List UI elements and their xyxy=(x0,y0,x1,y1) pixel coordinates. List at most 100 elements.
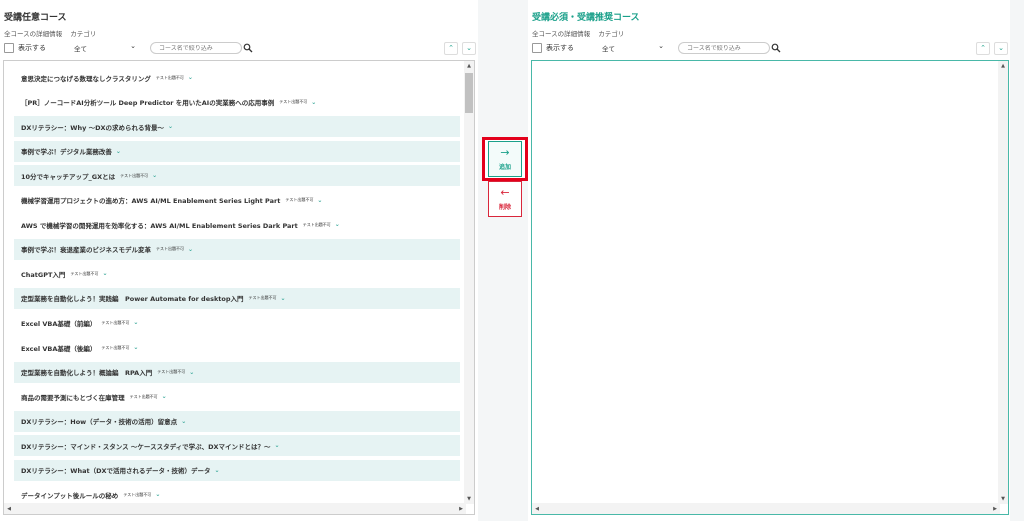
category-link[interactable]: カテゴリ xyxy=(598,28,624,38)
course-list-item[interactable]: ［PR］ノーコードAI分析ツール Deep Predictor を用いたAIの実… xyxy=(14,92,460,113)
expand-chevron-icon[interactable]: ⌄ xyxy=(133,344,138,351)
show-checkbox[interactable] xyxy=(4,43,14,53)
left-toolbar: 表示する 全て ⌄ ⌃ ⌄ xyxy=(4,41,476,55)
course-list-item[interactable]: AWS で機械学習の開発運用を効率化する：AWS AI/ML Enablemen… xyxy=(14,214,460,235)
course-list-item[interactable]: 事例で学ぶ！衰退産業のビジネスモデル変革 テスト出題不可 ⌄ xyxy=(14,238,460,260)
course-list-item[interactable]: 商品の需要予測にもとづく在庫管理 テスト出題不可 ⌄ xyxy=(14,386,460,407)
course-search-input[interactable] xyxy=(159,44,225,52)
scroll-left-icon[interactable]: ◀ xyxy=(4,503,14,514)
sort-down-button[interactable]: ⌄ xyxy=(462,41,476,55)
optional-courses-title: 受講任意コース xyxy=(4,13,67,23)
course-items: 意思決定につなげる数理なしクラスタリング テスト出題不可 ⌄ ［PR］ノーコードAI分… xyxy=(14,67,460,509)
category-link[interactable]: カテゴリ xyxy=(70,28,96,38)
left-sort-buttons: ⌃ ⌄ xyxy=(444,41,476,55)
course-title: 定型業務を自動化しよう！実践編 Power Automate for deskt… xyxy=(21,295,244,304)
course-list-item[interactable]: DXリテラシー：マインド・スタンス ～ケーススタディで学ぶ、DXマインドとは？～… xyxy=(14,435,460,457)
filter-select[interactable]: 全て ⌄ xyxy=(66,42,138,54)
expand-chevron-icon[interactable]: ⌄ xyxy=(102,270,107,277)
expand-chevron-icon[interactable]: ⌄ xyxy=(155,491,160,498)
course-list-item[interactable]: DXリテラシー：What（DXで活用されるデータ・技術）データ ⌄ xyxy=(14,459,460,481)
expand-chevron-icon[interactable]: ⌄ xyxy=(275,442,280,449)
expand-chevron-icon[interactable]: ⌄ xyxy=(188,246,193,253)
course-title: Excel VBA基礎（後編） xyxy=(21,344,97,353)
course-title: DXリテラシー：What（DXで活用されるデータ・技術）データ xyxy=(21,467,211,476)
course-list-item[interactable]: 定型業務を自動化しよう！概論編 RPA入門 テスト出題不可 ⌄ xyxy=(14,361,460,383)
course-list-item[interactable]: ChatGPT入門 テスト出題不可 ⌄ xyxy=(14,263,460,284)
scroll-up-icon[interactable]: ▲ xyxy=(464,61,474,71)
expand-chevron-icon[interactable]: ⌄ xyxy=(311,99,316,106)
horizontal-scrollbar[interactable]: ◀ ▶ xyxy=(4,503,466,514)
course-title: ［PR］ノーコードAI分析ツール Deep Predictor を用いたAIの実… xyxy=(21,99,275,108)
expand-chevron-icon[interactable]: ⌄ xyxy=(317,197,322,204)
course-title: ChatGPT入門 xyxy=(21,270,66,279)
expand-chevron-icon[interactable]: ⌄ xyxy=(162,393,167,400)
course-title: 事例で学ぶ！衰退産業のビジネスモデル変革 xyxy=(21,246,151,255)
add-button[interactable]: → 追加 xyxy=(488,141,522,177)
arrow-left-icon: ← xyxy=(500,186,510,199)
required-courses-title: 受講必須・受講推奨コース xyxy=(532,13,640,23)
optional-courses-panel: 受講任意コース 全コースの詳細情報 カテゴリ 表示する 全て ⌄ ⌃ ⌄ 意思決… xyxy=(0,0,478,521)
course-search-input[interactable] xyxy=(687,44,753,52)
expand-chevron-icon[interactable]: ⌄ xyxy=(214,467,219,474)
show-label: 表示する xyxy=(546,44,574,52)
required-course-list[interactable]: ▲ ▼ ◀ ▶ xyxy=(531,60,1009,515)
vertical-scrollbar[interactable]: ▲ ▼ xyxy=(464,61,474,504)
optional-course-list[interactable]: 意思決定につなげる数理なしクラスタリング テスト出題不可 ⌄ ［PR］ノーコードAI分… xyxy=(3,60,475,515)
expand-chevron-icon[interactable]: ⌄ xyxy=(335,221,340,228)
scrollbar-thumb[interactable] xyxy=(465,73,473,113)
course-list-item[interactable]: 事例で学ぶ！デジタル業務改善 ⌄ xyxy=(14,140,460,162)
no-test-badge: テスト出題不可 xyxy=(70,270,99,276)
course-list-item[interactable]: 意思決定につなげる数理なしクラスタリング テスト出題不可 ⌄ xyxy=(14,67,460,88)
horizontal-scrollbar[interactable]: ◀ ▶ xyxy=(532,503,1000,514)
search-icon[interactable] xyxy=(243,43,253,53)
all-course-details-link[interactable]: 全コースの詳細情報 xyxy=(532,28,590,38)
scroll-up-icon[interactable]: ▲ xyxy=(998,61,1008,71)
expand-chevron-icon[interactable]: ⌄ xyxy=(188,74,193,81)
expand-chevron-icon[interactable]: ⌄ xyxy=(168,123,173,130)
course-list-item[interactable]: DXリテラシー：How（データ・技術の活用）留意点 ⌄ xyxy=(14,410,460,432)
course-title: DXリテラシー：マインド・スタンス ～ケーススタディで学ぶ、DXマインドとは？～ xyxy=(21,442,271,451)
show-checkbox[interactable] xyxy=(532,43,542,53)
course-title: 定型業務を自動化しよう！概論編 RPA入門 xyxy=(21,369,153,378)
no-test-badge: テスト出題不可 xyxy=(120,172,149,178)
expand-chevron-icon[interactable]: ⌄ xyxy=(133,319,138,326)
expand-chevron-icon[interactable]: ⌄ xyxy=(116,148,121,155)
course-list-item[interactable]: Excel VBA基礎（前編） テスト出題不可 ⌄ xyxy=(14,312,460,333)
course-list-item[interactable]: 10分でキャッチアップ_GXとは テスト出題不可 ⌄ xyxy=(14,165,460,187)
no-test-badge: テスト出題不可 xyxy=(101,319,130,325)
filter-select[interactable]: 全て ⌄ xyxy=(594,42,666,54)
course-list-item[interactable]: DXリテラシー：Why ～DXの求められる背景～ ⌄ xyxy=(14,116,460,138)
expand-chevron-icon[interactable]: ⌄ xyxy=(152,172,157,179)
sort-up-button[interactable]: ⌃ xyxy=(976,41,990,55)
scroll-right-icon[interactable]: ▶ xyxy=(456,503,466,514)
right-toolbar: 表示する 全て ⌄ ⌃ ⌄ xyxy=(532,41,1008,55)
expand-chevron-icon[interactable]: ⌄ xyxy=(181,418,186,425)
left-sublinks: 全コースの詳細情報 カテゴリ xyxy=(4,28,96,38)
remove-button[interactable]: ← 削除 xyxy=(488,181,522,217)
course-title: AWS で機械学習の開発運用を効率化する：AWS AI/ML Enablemen… xyxy=(21,221,298,230)
course-list-item[interactable]: 定型業務を自動化しよう！実践編 Power Automate for deskt… xyxy=(14,287,460,309)
expand-chevron-icon[interactable]: ⌄ xyxy=(189,369,194,376)
scroll-left-icon[interactable]: ◀ xyxy=(532,503,542,514)
chevron-down-icon: ⌄ xyxy=(130,42,136,50)
course-list-item[interactable]: Excel VBA基礎（後編） テスト出題不可 ⌄ xyxy=(14,337,460,358)
expand-chevron-icon[interactable]: ⌄ xyxy=(281,295,286,302)
remove-button-label: 削除 xyxy=(498,204,511,211)
no-test-badge: テスト出題不可 xyxy=(302,221,331,227)
course-list-item[interactable]: 機械学習運用プロジェクトの進め方：AWS AI/ML Enablement Se… xyxy=(14,190,460,211)
course-assignment-screen: 受講任意コース 全コースの詳細情報 カテゴリ 表示する 全て ⌄ ⌃ ⌄ 意思決… xyxy=(0,0,1024,521)
all-course-details-link[interactable]: 全コースの詳細情報 xyxy=(4,28,62,38)
filter-select-value: 全て xyxy=(74,45,87,53)
search-icon[interactable] xyxy=(771,43,781,53)
no-test-badge: テスト出題不可 xyxy=(285,197,314,203)
add-button-highlight: → 追加 xyxy=(482,137,528,181)
vertical-scrollbar[interactable]: ▲ ▼ xyxy=(998,61,1008,504)
course-search xyxy=(150,42,253,54)
scroll-right-icon[interactable]: ▶ xyxy=(990,503,1000,514)
sort-up-button[interactable]: ⌃ xyxy=(444,41,458,55)
add-button-label: 追加 xyxy=(498,164,511,171)
sort-down-button[interactable]: ⌄ xyxy=(994,41,1008,55)
show-label: 表示する xyxy=(18,44,46,52)
course-title: 事例で学ぶ！デジタル業務改善 xyxy=(21,148,112,157)
no-test-badge: テスト出題不可 xyxy=(157,369,186,375)
